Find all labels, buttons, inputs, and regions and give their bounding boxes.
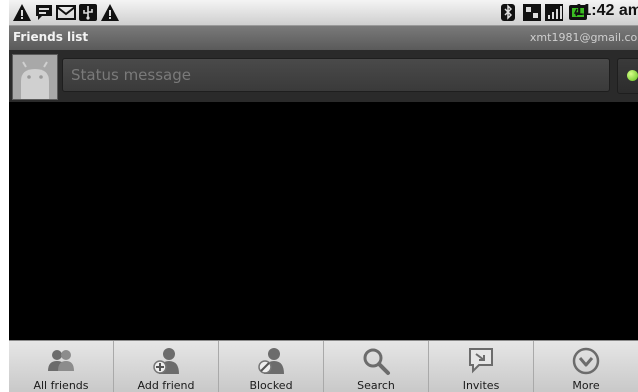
avatar[interactable] [12,54,58,100]
menu-label: Add friend [137,379,195,392]
chat-icon [34,3,54,22]
blocked-icon [256,346,286,376]
page-title: Friends list [13,30,89,44]
account-email: xmt1981@gmail.com [529,31,638,44]
status-bar: 11:42 am [9,0,638,26]
menu-label: Invites [462,379,500,392]
menu-label: Blocked [249,379,293,392]
friends-list[interactable] [9,102,638,340]
gmail-icon [56,3,76,22]
android-avatar-icon [13,55,57,99]
menu-label: All friends [33,379,89,392]
invites-icon [466,346,496,376]
warning-icon [100,3,120,22]
warning-icon [12,3,32,22]
status-message-input[interactable] [62,58,610,92]
menu-label: Search [357,379,395,392]
presence-available-icon [627,70,638,81]
presence-button[interactable] [617,58,638,94]
more-icon [571,346,601,376]
search-icon [361,346,391,376]
menu-item-search[interactable]: Search [324,341,429,392]
all-friends-icon [46,346,76,376]
menu-item-all-friends[interactable]: All friends [9,341,114,392]
signal-icon [544,3,564,22]
network-icon [522,3,542,22]
menu-item-more[interactable]: More [534,341,638,392]
screen: 11:42 am Friends list xmt1981@gmail.com [9,0,638,392]
title-bar: Friends list xmt1981@gmail.com [9,26,638,50]
add-friend-icon [151,346,181,376]
bluetooth-icon [498,3,518,22]
options-menu: All friends Add friend Blocked Search In… [9,340,638,392]
menu-label: More [572,379,600,392]
menu-item-invites[interactable]: Invites [429,341,534,392]
menu-item-blocked[interactable]: Blocked [219,341,324,392]
status-row [9,50,638,102]
clock: 11:42 am [574,2,638,19]
usb-icon [78,3,98,22]
menu-item-add-friend[interactable]: Add friend [114,341,219,392]
